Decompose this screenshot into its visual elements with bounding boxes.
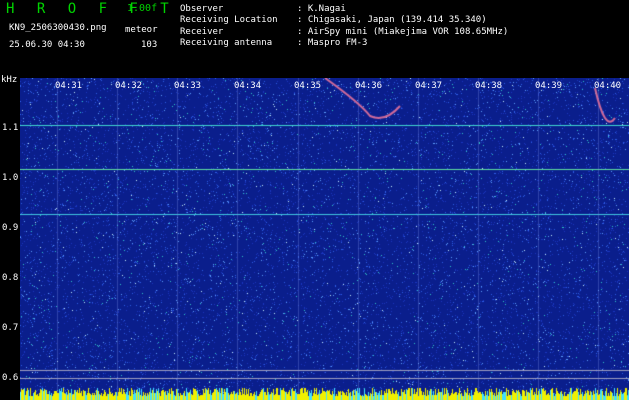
file-name: KN9_2506300430.png xyxy=(9,23,107,33)
time-tick-label: 04:39 xyxy=(535,81,563,91)
time-tick-label: 04:35 xyxy=(294,81,322,91)
y-tick-label: 1.0 xyxy=(2,173,19,183)
y-tick-label: 0.7 xyxy=(2,323,19,333)
observation-kind: meteor xyxy=(125,25,158,35)
spectrogram-panel xyxy=(20,78,629,400)
spectrogram-canvas xyxy=(20,78,629,400)
time-tick-label: 04:34 xyxy=(234,81,262,91)
time-tick-label: 04:31 xyxy=(55,81,83,91)
time-tick-label: 04:38 xyxy=(475,81,503,91)
time-tick-label: 04:36 xyxy=(355,81,383,91)
meteor-count: 103 xyxy=(141,40,158,50)
info-label: Receiving antenna xyxy=(180,38,273,48)
info-value: : Chigasaki, Japan (139.414 35.340) xyxy=(297,15,487,25)
info-label: Receiver xyxy=(180,27,224,37)
y-tick-label: 0.6 xyxy=(2,373,19,383)
time-tick-label: 04:32 xyxy=(115,81,143,91)
info-value: : K.Nagai xyxy=(297,4,346,14)
version-label: 1.00f xyxy=(127,3,158,14)
info-label: Receiving Location xyxy=(180,15,278,25)
info-row-observer: Observer : K.Nagai xyxy=(180,4,346,14)
y-tick-label: 1.1 xyxy=(2,123,19,133)
info-row-location: Receiving Location : Chigasaki, Japan (13… xyxy=(180,15,487,25)
time-tick-label: 04:33 xyxy=(174,81,202,91)
info-row-receiver: Receiver : AirSpy mini (Miakejima VOR 108… xyxy=(180,27,508,37)
info-value: : AirSpy mini (Miakejima VOR 108.65MHz) xyxy=(297,27,509,37)
time-tick-label: 04:40 xyxy=(594,81,622,91)
y-tick-label: 0.9 xyxy=(2,223,19,233)
y-axis-unit: kHz xyxy=(1,75,18,85)
info-value: : Maspro FM-3 xyxy=(297,38,368,48)
hrofft-window: H R O F F T 1.00f KN9_2506300430.png met… xyxy=(0,0,629,400)
date-time: 25.06.30 04:30 xyxy=(9,40,85,50)
time-tick-label: 04:37 xyxy=(415,81,443,91)
y-tick-label: 0.8 xyxy=(2,273,19,283)
info-row-antenna: Receiving antenna : Maspro FM-3 xyxy=(180,38,367,48)
info-label: Observer xyxy=(180,4,224,14)
